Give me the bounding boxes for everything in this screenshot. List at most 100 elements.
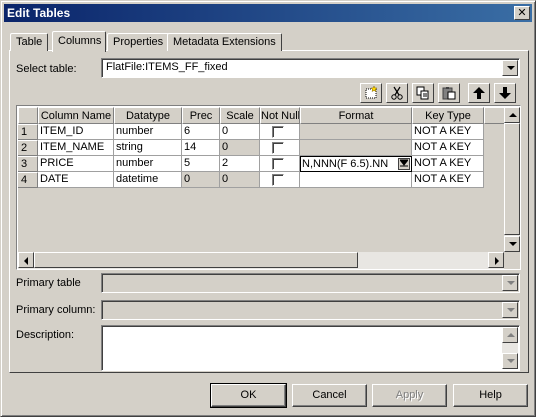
chevron-up-icon <box>507 333 515 337</box>
primary-table-dropdown-button[interactable] <box>502 275 518 291</box>
header-format[interactable]: Format <box>300 107 412 124</box>
chevron-right-icon <box>495 257 499 265</box>
apply-button[interactable]: Apply <box>372 384 447 407</box>
dialog-title: Edit Tables <box>7 6 71 20</box>
not-null-checkbox[interactable] <box>272 142 284 154</box>
move-up-button[interactable] <box>468 83 490 103</box>
cell-not-null[interactable] <box>260 124 300 140</box>
format-value: N,NNN(F 6.5).NN <box>302 158 389 170</box>
cell-format-editor[interactable]: N,NNN(F 6.5).NN <box>300 156 412 172</box>
help-button[interactable]: Help <box>453 384 528 407</box>
cell-not-null[interactable] <box>260 172 300 188</box>
cancel-button[interactable]: Cancel <box>292 384 367 407</box>
cell-prec[interactable]: 14 <box>182 140 220 156</box>
scroll-right-button[interactable] <box>488 252 504 268</box>
tab-properties[interactable]: Properties <box>107 33 170 51</box>
cell-scale[interactable]: 0 <box>220 124 260 140</box>
columns-grid: Column Name Datatype Prec Scale Not Null… <box>16 105 521 270</box>
cell-datatype[interactable]: datetime <box>114 172 182 188</box>
cut-button[interactable] <box>386 83 408 103</box>
description-scrollbar[interactable] <box>502 327 518 369</box>
primary-column-dropdown-button[interactable] <box>502 302 518 318</box>
grid-vertical-scrollbar[interactable] <box>504 107 520 252</box>
copy-icon <box>416 86 429 100</box>
cell-column-name[interactable]: DATE <box>38 172 114 188</box>
chevron-left-icon <box>24 257 28 265</box>
ok-button[interactable]: OK <box>210 383 287 408</box>
header-prec[interactable]: Prec <box>182 107 220 124</box>
chevron-down-icon <box>398 159 410 167</box>
scroll-left-button[interactable] <box>18 252 34 268</box>
row-number[interactable]: 2 <box>18 140 38 156</box>
scrollbar-corner <box>504 252 520 269</box>
header-column-name[interactable]: Column Name <box>38 107 114 124</box>
cell-scale[interactable]: 0 <box>220 140 260 156</box>
cell-datatype[interactable]: string <box>114 140 182 156</box>
chevron-down-icon <box>507 308 515 312</box>
cell-datatype[interactable]: number <box>114 156 182 172</box>
cell-key-type[interactable]: NOT A KEY <box>412 172 484 188</box>
close-button[interactable]: ✕ <box>514 6 530 20</box>
description-label: Description: <box>16 329 75 341</box>
paste-button[interactable] <box>438 83 460 103</box>
new-column-icon <box>365 85 378 99</box>
header-not-null[interactable]: Not Null <box>260 107 300 124</box>
close-icon: ✕ <box>517 7 527 19</box>
cell-format[interactable] <box>300 140 412 156</box>
cell-prec[interactable]: 6 <box>182 124 220 140</box>
chevron-down-icon <box>509 242 517 246</box>
copy-button[interactable] <box>412 83 434 103</box>
cell-key-type[interactable]: NOT A KEY <box>412 124 484 140</box>
move-down-button[interactable] <box>494 83 516 103</box>
cell-key-type[interactable]: NOT A KEY <box>412 156 484 172</box>
cell-scale[interactable]: 2 <box>220 156 260 172</box>
select-table-dropdown[interactable]: FlatFile:ITEMS_FF_fixed <box>101 58 520 78</box>
scroll-down-button[interactable] <box>504 236 520 252</box>
scroll-down-button[interactable] <box>502 353 518 369</box>
cell-datatype[interactable]: number <box>114 124 182 140</box>
grid-horizontal-scrollbar[interactable] <box>18 252 504 269</box>
not-null-checkbox[interactable] <box>272 126 284 138</box>
tab-table[interactable]: Table <box>10 33 49 51</box>
scroll-up-button[interactable] <box>504 107 520 123</box>
select-table-value: FlatFile:ITEMS_FF_fixed <box>106 61 228 73</box>
primary-table-dropdown[interactable] <box>101 273 520 293</box>
grid-corner-header <box>18 107 38 124</box>
row-number[interactable]: 4 <box>18 172 38 188</box>
cell-column-name[interactable]: ITEM_NAME <box>38 140 114 156</box>
cell-not-null[interactable] <box>260 156 300 172</box>
header-key-type[interactable]: Key Type <box>412 107 484 124</box>
not-null-checkbox[interactable] <box>272 174 284 186</box>
cell-column-name[interactable]: PRICE <box>38 156 114 172</box>
row-number[interactable]: 3 <box>18 156 38 172</box>
title-bar: Edit Tables ✕ <box>4 4 532 22</box>
cell-format[interactable] <box>300 172 412 188</box>
description-textarea[interactable] <box>101 325 520 371</box>
cell-not-null[interactable] <box>260 140 300 156</box>
vertical-scroll-thumb[interactable] <box>504 123 520 235</box>
primary-column-label: Primary column: <box>16 304 96 316</box>
cell-format[interactable] <box>300 124 412 140</box>
row-number[interactable]: 1 <box>18 124 38 140</box>
tab-columns[interactable]: Columns <box>52 31 106 52</box>
not-null-checkbox[interactable] <box>272 158 284 170</box>
header-datatype[interactable]: Datatype <box>114 107 182 124</box>
primary-table-label: Primary table <box>16 277 81 289</box>
header-scale[interactable]: Scale <box>220 107 260 124</box>
horizontal-scroll-thumb[interactable] <box>34 252 358 268</box>
tab-metadata-extensions[interactable]: Metadata Extensions <box>167 33 282 51</box>
chevron-down-icon <box>507 281 515 285</box>
cell-scale[interactable]: 0 <box>220 172 260 188</box>
primary-column-dropdown[interactable] <box>101 300 520 320</box>
cell-prec[interactable]: 5 <box>182 156 220 172</box>
cell-prec[interactable]: 0 <box>182 172 220 188</box>
cut-icon <box>391 86 403 100</box>
cell-column-name[interactable]: ITEM_ID <box>38 124 114 140</box>
chevron-up-icon <box>509 113 517 117</box>
scroll-up-button[interactable] <box>502 327 518 343</box>
new-column-button[interactable] <box>360 83 382 103</box>
select-table-dropdown-button[interactable] <box>502 60 518 76</box>
header-filler <box>484 107 506 124</box>
cell-key-type[interactable]: NOT A KEY <box>412 140 484 156</box>
format-dropdown-button[interactable] <box>398 158 410 170</box>
